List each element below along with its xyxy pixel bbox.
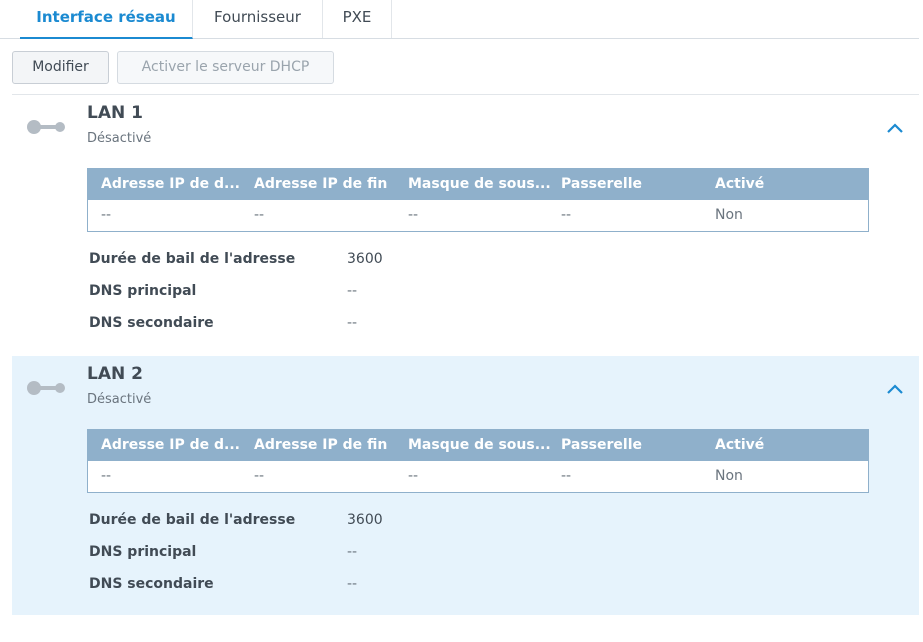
secondary-dns-value: -- [347, 315, 358, 331]
column-header-start-ip[interactable]: Adresse IP de d... [101, 430, 249, 461]
network-port-icon [27, 120, 65, 134]
cell-subnet-mask: -- [408, 207, 419, 223]
interface-name: LAN 2 [87, 364, 143, 384]
column-header-start-ip[interactable]: Adresse IP de d... [101, 169, 249, 200]
tab-network-interface[interactable]: Interface réseau [20, 0, 193, 39]
enable-dhcp-server-button[interactable]: Activer le serveur DHCP [117, 51, 334, 84]
cell-gateway: -- [561, 207, 572, 223]
column-header-gateway[interactable]: Passerelle [561, 430, 711, 461]
interface-status: Désactivé [87, 392, 152, 407]
primary-dns-value: -- [347, 283, 358, 299]
secondary-dns-value: -- [347, 576, 358, 592]
lease-time-label: Durée de bail de l'adresse [89, 512, 296, 528]
table-row[interactable]: -- -- -- -- Non [88, 200, 868, 231]
network-port-icon [27, 381, 65, 395]
lease-time-value: 3600 [347, 512, 383, 528]
chevron-up-icon[interactable] [885, 121, 905, 135]
column-header-enabled[interactable]: Activé [715, 430, 865, 461]
interface-section-lan1[interactable]: LAN 1 Désactivé Adresse IP de d... Adres… [12, 95, 919, 354]
cell-end-ip: -- [254, 207, 265, 223]
interface-section-lan2[interactable]: LAN 2 Désactivé Adresse IP de d... Adres… [12, 356, 919, 615]
cell-start-ip: -- [101, 207, 112, 223]
column-header-end-ip[interactable]: Adresse IP de fin [254, 169, 404, 200]
cell-gateway: -- [561, 468, 572, 484]
tab-provider[interactable]: Fournisseur [193, 0, 323, 38]
table-header: Adresse IP de d... Adresse IP de fin Mas… [88, 430, 868, 461]
column-header-subnet-mask[interactable]: Masque de sous... [408, 430, 558, 461]
secondary-dns-label: DNS secondaire [89, 315, 214, 331]
secondary-dns-label: DNS secondaire [89, 576, 214, 592]
cell-end-ip: -- [254, 468, 265, 484]
table-row[interactable]: -- -- -- -- Non [88, 461, 868, 492]
interface-name: LAN 1 [87, 103, 143, 123]
cell-enabled: Non [715, 207, 743, 223]
tab-pxe[interactable]: PXE [323, 0, 392, 38]
cell-start-ip: -- [101, 468, 112, 484]
lease-time-label: Durée de bail de l'adresse [89, 251, 296, 267]
column-header-gateway[interactable]: Passerelle [561, 169, 711, 200]
lease-time-value: 3600 [347, 251, 383, 267]
table-header: Adresse IP de d... Adresse IP de fin Mas… [88, 169, 868, 200]
modify-button[interactable]: Modifier [12, 51, 109, 84]
dhcp-range-table: Adresse IP de d... Adresse IP de fin Mas… [87, 429, 869, 493]
column-header-subnet-mask[interactable]: Masque de sous... [408, 169, 558, 200]
primary-dns-label: DNS principal [89, 283, 197, 299]
dhcp-range-table: Adresse IP de d... Adresse IP de fin Mas… [87, 168, 869, 232]
column-header-enabled[interactable]: Activé [715, 169, 865, 200]
tab-bar: Interface réseau Fournisseur PXE [0, 0, 919, 39]
primary-dns-value: -- [347, 544, 358, 560]
chevron-up-icon[interactable] [885, 382, 905, 396]
primary-dns-label: DNS principal [89, 544, 197, 560]
column-header-end-ip[interactable]: Adresse IP de fin [254, 430, 404, 461]
interface-status: Désactivé [87, 131, 152, 146]
cell-subnet-mask: -- [408, 468, 419, 484]
cell-enabled: Non [715, 468, 743, 484]
